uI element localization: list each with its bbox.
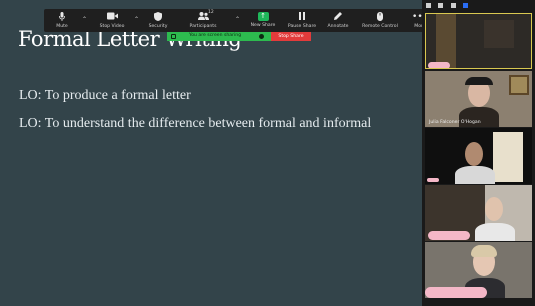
- chevron-up-icon[interactable]: ⌃: [82, 16, 87, 23]
- participants-label: Participants: [189, 24, 217, 29]
- participant-body: [455, 166, 495, 184]
- meeting-toolbar: Mute ⌃ Stop Video ⌃ Security 12 Particip…: [44, 9, 436, 32]
- arrow-up-icon: ↑: [257, 12, 269, 21]
- chevron-up-icon[interactable]: ⌃: [235, 16, 240, 23]
- remote-control-button[interactable]: Remote Control: [358, 9, 402, 32]
- participants-button[interactable]: 12 Participants: [186, 9, 220, 32]
- headphones: [465, 77, 493, 85]
- video-camera-icon: [92, 12, 132, 22]
- participant-hair: [471, 245, 497, 257]
- video-tile[interactable]: [425, 128, 532, 184]
- layout-gallery-icon[interactable]: [463, 3, 468, 8]
- participant-count: 12: [208, 10, 214, 15]
- microphone-icon: [48, 12, 76, 22]
- background-window: [484, 20, 514, 48]
- shared-slide: Formal Letter Writing LO: To produce a f…: [0, 0, 422, 306]
- background-window: [493, 132, 523, 182]
- name-redaction: [427, 178, 439, 182]
- annotate-label: Annotate: [327, 24, 349, 29]
- video-tile[interactable]: [425, 13, 532, 69]
- wall-frame: [509, 75, 529, 95]
- screen-sharing-banner[interactable]: You are screen sharing: [167, 32, 271, 41]
- name-redaction: [428, 231, 470, 240]
- screen-share-icon: [171, 34, 176, 39]
- security-label: Security: [148, 24, 168, 29]
- annotate-button[interactable]: Annotate: [324, 9, 352, 32]
- participant-face: [465, 142, 483, 166]
- video-tile[interactable]: [425, 242, 532, 298]
- participant-name: Julia Falconer O'Hogan: [429, 120, 481, 125]
- video-tile[interactable]: [425, 185, 532, 241]
- stop-video-button[interactable]: Stop Video: [92, 9, 132, 32]
- learning-objective-1: LO: To produce a formal letter: [19, 88, 191, 103]
- mute-label: Mute: [56, 24, 68, 29]
- learning-objective-2: LO: To understand the difference between…: [19, 116, 372, 131]
- video-tile[interactable]: Julia Falconer O'Hogan: [425, 71, 532, 127]
- background-shelf: [436, 14, 456, 68]
- pause-icon: [286, 12, 318, 22]
- screen-sharing-status: You are screen sharing: [189, 33, 242, 38]
- participant-face: [485, 197, 503, 221]
- mute-button[interactable]: Mute: [48, 9, 76, 32]
- new-share-label: New Share: [250, 23, 276, 28]
- minimize-icon[interactable]: [426, 3, 431, 8]
- remote-control-label: Remote Control: [362, 24, 398, 29]
- security-button[interactable]: Security: [144, 9, 172, 32]
- layout-speaker-icon[interactable]: [438, 3, 443, 8]
- name-redaction: [425, 287, 487, 298]
- mouse-icon: [358, 12, 402, 22]
- stop-share-button[interactable]: Stop Share: [271, 32, 311, 41]
- layout-strip-icon[interactable]: [451, 3, 456, 8]
- chevron-up-icon[interactable]: ⌃: [134, 16, 139, 23]
- people-icon: [186, 12, 220, 22]
- shield-icon: [144, 12, 172, 22]
- video-gallery: Julia Falconer O'Hogan: [422, 0, 535, 306]
- pause-share-button[interactable]: Pause Share: [286, 9, 318, 32]
- stop-video-label: Stop Video: [99, 24, 125, 29]
- name-redaction: [428, 62, 450, 68]
- new-share-button[interactable]: ↑ New Share: [248, 9, 278, 32]
- participant-body: [475, 223, 515, 241]
- pin-icon[interactable]: [259, 34, 264, 39]
- pause-share-label: Pause Share: [287, 24, 317, 29]
- pencil-icon: [324, 12, 352, 22]
